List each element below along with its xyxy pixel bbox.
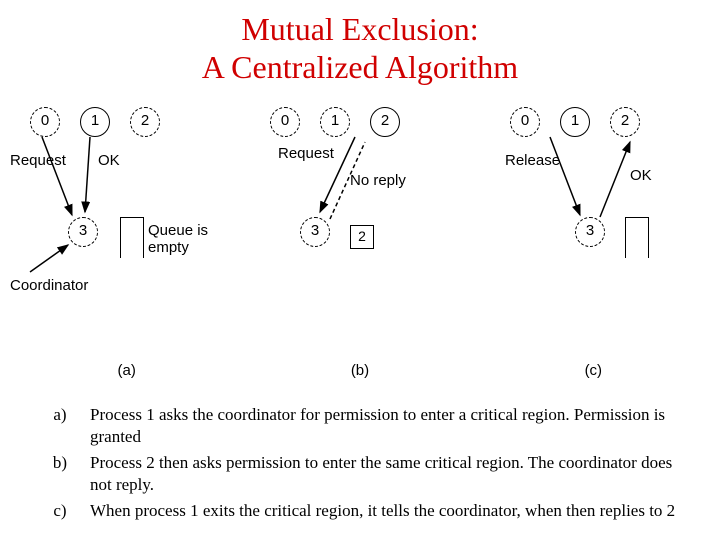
panel-captions: (a) (b) (c) (10, 362, 710, 379)
node-c-1: 1 (560, 107, 590, 137)
queue-a (120, 217, 144, 258)
caption-c: (c) (477, 362, 710, 379)
title-line-2: A Centralized Algorithm (202, 49, 518, 85)
label-a-queue: Queue is empty (148, 222, 208, 256)
node-c-2: 2 (610, 107, 640, 137)
node-c-0: 0 (510, 107, 540, 137)
node-b-1: 1 (320, 107, 350, 137)
queue-c (625, 217, 649, 258)
label-b-request: Request (278, 145, 334, 162)
explain-key-c: c) (30, 500, 90, 522)
label-c-release: Release (505, 152, 560, 169)
label-a-ok: OK (98, 152, 120, 169)
explanation-list: a) Process 1 asks the coordinator for pe… (10, 404, 710, 522)
node-a-0: 0 (30, 107, 60, 137)
explain-text-a: Process 1 asks the coordinator for permi… (90, 404, 690, 448)
node-a-3: 3 (68, 217, 98, 247)
slide-title: Mutual Exclusion: A Centralized Algorith… (10, 10, 710, 87)
explain-text-b: Process 2 then asks permission to enter … (90, 452, 690, 496)
queue-b: 2 (350, 225, 374, 249)
node-b-3: 3 (300, 217, 330, 247)
node-b-2: 2 (370, 107, 400, 137)
caption-a: (a) (10, 362, 243, 379)
diagram: 0 1 2 3 Request OK Coordinator Queue is … (10, 97, 710, 347)
explain-key-a: a) (30, 404, 90, 448)
node-a-2: 2 (130, 107, 160, 137)
arrows-svg (10, 97, 710, 347)
node-c-3: 3 (575, 217, 605, 247)
node-a-1: 1 (80, 107, 110, 137)
explain-key-b: b) (30, 452, 90, 496)
explain-text-c: When process 1 exits the critical region… (90, 500, 690, 522)
title-line-1: Mutual Exclusion: (241, 11, 478, 47)
node-b-0: 0 (270, 107, 300, 137)
caption-b: (b) (243, 362, 476, 379)
label-c-ok: OK (630, 167, 652, 184)
label-a-coordinator: Coordinator (10, 277, 88, 294)
label-b-noreply: No reply (350, 172, 406, 189)
label-a-request: Request (10, 152, 66, 169)
